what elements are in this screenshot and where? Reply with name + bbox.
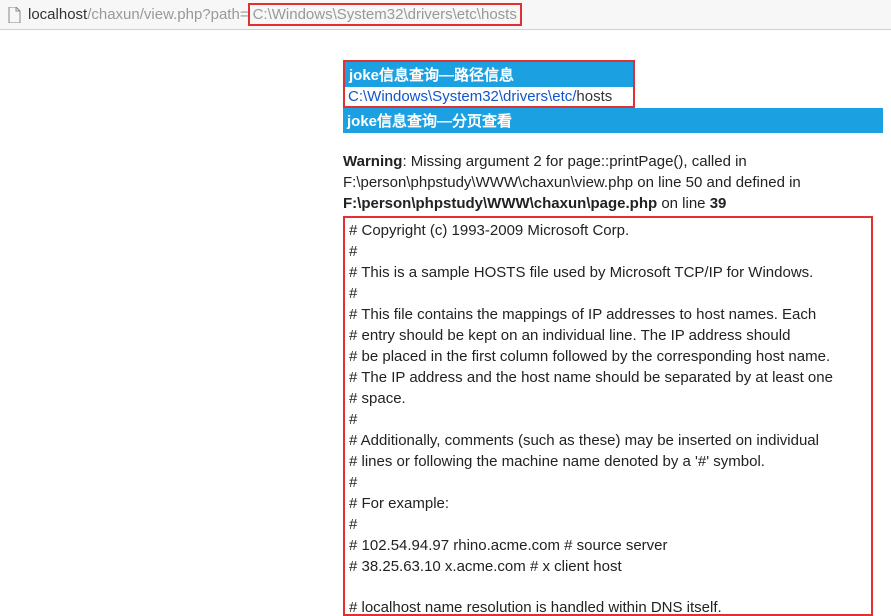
file-line: # entry should be kept on an individual … (349, 325, 867, 346)
warning-line-number: 39 (710, 195, 727, 212)
warning-file: F:\person\phpstudy\WWW\chaxun\page.php (343, 195, 657, 212)
file-line: # space. (349, 388, 867, 409)
file-line: # For example: (349, 493, 867, 514)
file-line: # The IP address and the host name shoul… (349, 367, 867, 388)
file-contents-box: # Copyright (c) 1993-2009 Microsoft Corp… (343, 216, 873, 616)
warning-label: Warning (343, 153, 402, 170)
url-display: localhost /chaxun/view.php?path= C:\Wind… (28, 3, 522, 26)
warning-text-1: : Missing argument 2 for page::printPage… (402, 153, 746, 170)
page-content: joke信息查询―路径信息 C:\Windows\System32\driver… (0, 30, 891, 616)
section-title-path-info: joke信息查询―路径信息 (345, 62, 633, 87)
file-line: # be placed in the first column followed… (349, 346, 867, 367)
file-line: # Copyright (c) 1993-2009 Microsoft Corp… (349, 220, 867, 241)
url-path: /chaxun/view.php?path= (87, 6, 248, 23)
file-line: # localhost name resolution is handled w… (349, 597, 867, 616)
file-line: # (349, 514, 867, 535)
file-line: # lines or following the machine name de… (349, 451, 867, 472)
file-line: # This is a sample HOSTS file used by Mi… (349, 262, 867, 283)
heading-box-1: joke信息查询―路径信息 C:\Windows\System32\driver… (343, 60, 635, 108)
path-prefix: C:\Windows\System32\drivers\etc/ (348, 88, 576, 105)
file-line: # (349, 409, 867, 430)
file-line: # 102.54.94.97 rhino.acme.com # source s… (349, 535, 867, 556)
warning-line-1: Warning: Missing argument 2 for page::pr… (343, 151, 871, 172)
address-bar[interactable]: localhost /chaxun/view.php?path= C:\Wind… (0, 0, 891, 30)
php-warning-block: Warning: Missing argument 2 for page::pr… (343, 151, 871, 214)
url-query-highlighted: C:\Windows\System32\drivers\etc\hosts (248, 3, 522, 26)
path-filename: hosts (576, 88, 612, 105)
path-breadcrumb-link[interactable]: C:\Windows\System32\drivers\etc/hosts (345, 87, 633, 106)
warning-online: on line (657, 195, 710, 212)
file-line: # (349, 283, 867, 304)
file-line: # 38.25.63.10 x.acme.com # x client host (349, 556, 867, 577)
page-icon (6, 7, 22, 23)
warning-line-3: F:\person\phpstudy\WWW\chaxun\page.php o… (343, 193, 871, 214)
file-line: # (349, 241, 867, 262)
warning-line-2: F:\person\phpstudy\WWW\chaxun\view.php o… (343, 172, 871, 193)
file-line: # Additionally, comments (such as these)… (349, 430, 867, 451)
section-title-pagination: joke信息查询―分页查看 (343, 108, 883, 133)
file-line: # This file contains the mappings of IP … (349, 304, 867, 325)
url-host: localhost (28, 6, 87, 23)
file-line: # (349, 472, 867, 493)
file-line-blank (349, 577, 867, 597)
